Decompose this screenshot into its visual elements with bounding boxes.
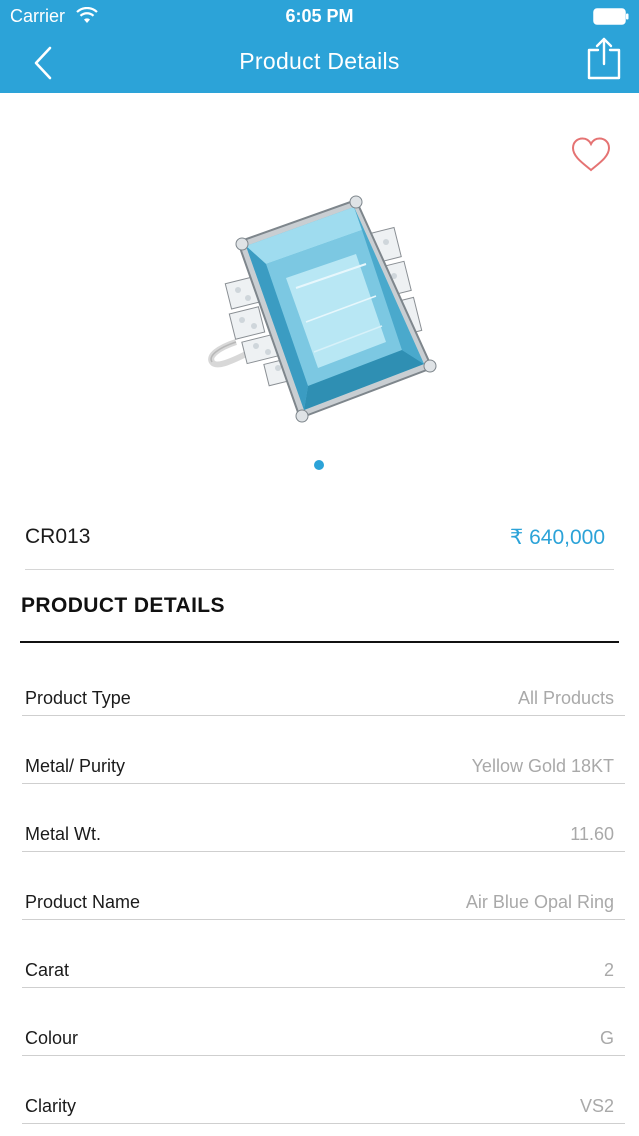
heart-outline-icon <box>571 137 611 172</box>
battery-icon <box>593 8 629 25</box>
detail-value: All Products <box>517 688 614 708</box>
share-icon <box>587 37 621 80</box>
image-page-indicator[interactable] <box>314 460 324 470</box>
detail-value: Yellow Gold 18KT <box>471 756 614 776</box>
detail-row-metal-purity: Metal/ Purity Yellow Gold 18KT <box>22 716 625 784</box>
detail-row-metal-weight: Metal Wt. 11.60 <box>22 784 625 852</box>
detail-label: Clarity <box>25 1096 77 1116</box>
divider <box>25 569 614 570</box>
detail-row-carat: Carat 2 <box>22 920 625 988</box>
navigation-header: Carrier 6:05 PM Product Details <box>0 0 639 93</box>
detail-label: Product Name <box>25 892 141 912</box>
page-title: Product Details <box>239 48 400 74</box>
product-code: CR013 <box>25 525 91 548</box>
detail-value: 2 <box>603 960 614 980</box>
detail-row-colour: Colour G <box>22 988 625 1056</box>
status-time: 6:05 PM <box>285 6 354 26</box>
product-image[interactable] <box>196 192 448 432</box>
detail-row-product-name: Product Name Air Blue Opal Ring <box>22 852 625 920</box>
detail-row-product-type: Product Type All Products <box>22 648 625 716</box>
detail-value: 11.60 <box>570 824 614 844</box>
favorite-button[interactable] <box>570 136 612 174</box>
detail-value: G <box>599 1028 614 1048</box>
detail-label: Colour <box>25 1028 79 1048</box>
detail-value: VS2 <box>579 1096 614 1116</box>
product-price: ₹ 640,000 <box>509 526 605 549</box>
detail-label: Metal Wt. <box>25 824 102 844</box>
section-heading: PRODUCT DETAILS <box>21 594 225 617</box>
status-bar: Carrier 6:05 PM <box>0 0 639 34</box>
share-button[interactable] <box>587 36 621 80</box>
detail-label: Product Type <box>25 688 131 708</box>
detail-label: Carat <box>25 960 70 980</box>
detail-label: Metal/ Purity <box>25 756 126 776</box>
section-divider <box>20 641 619 643</box>
detail-row-clarity: Clarity VS2 <box>22 1056 625 1124</box>
detail-value: Air Blue Opal Ring <box>465 892 614 912</box>
